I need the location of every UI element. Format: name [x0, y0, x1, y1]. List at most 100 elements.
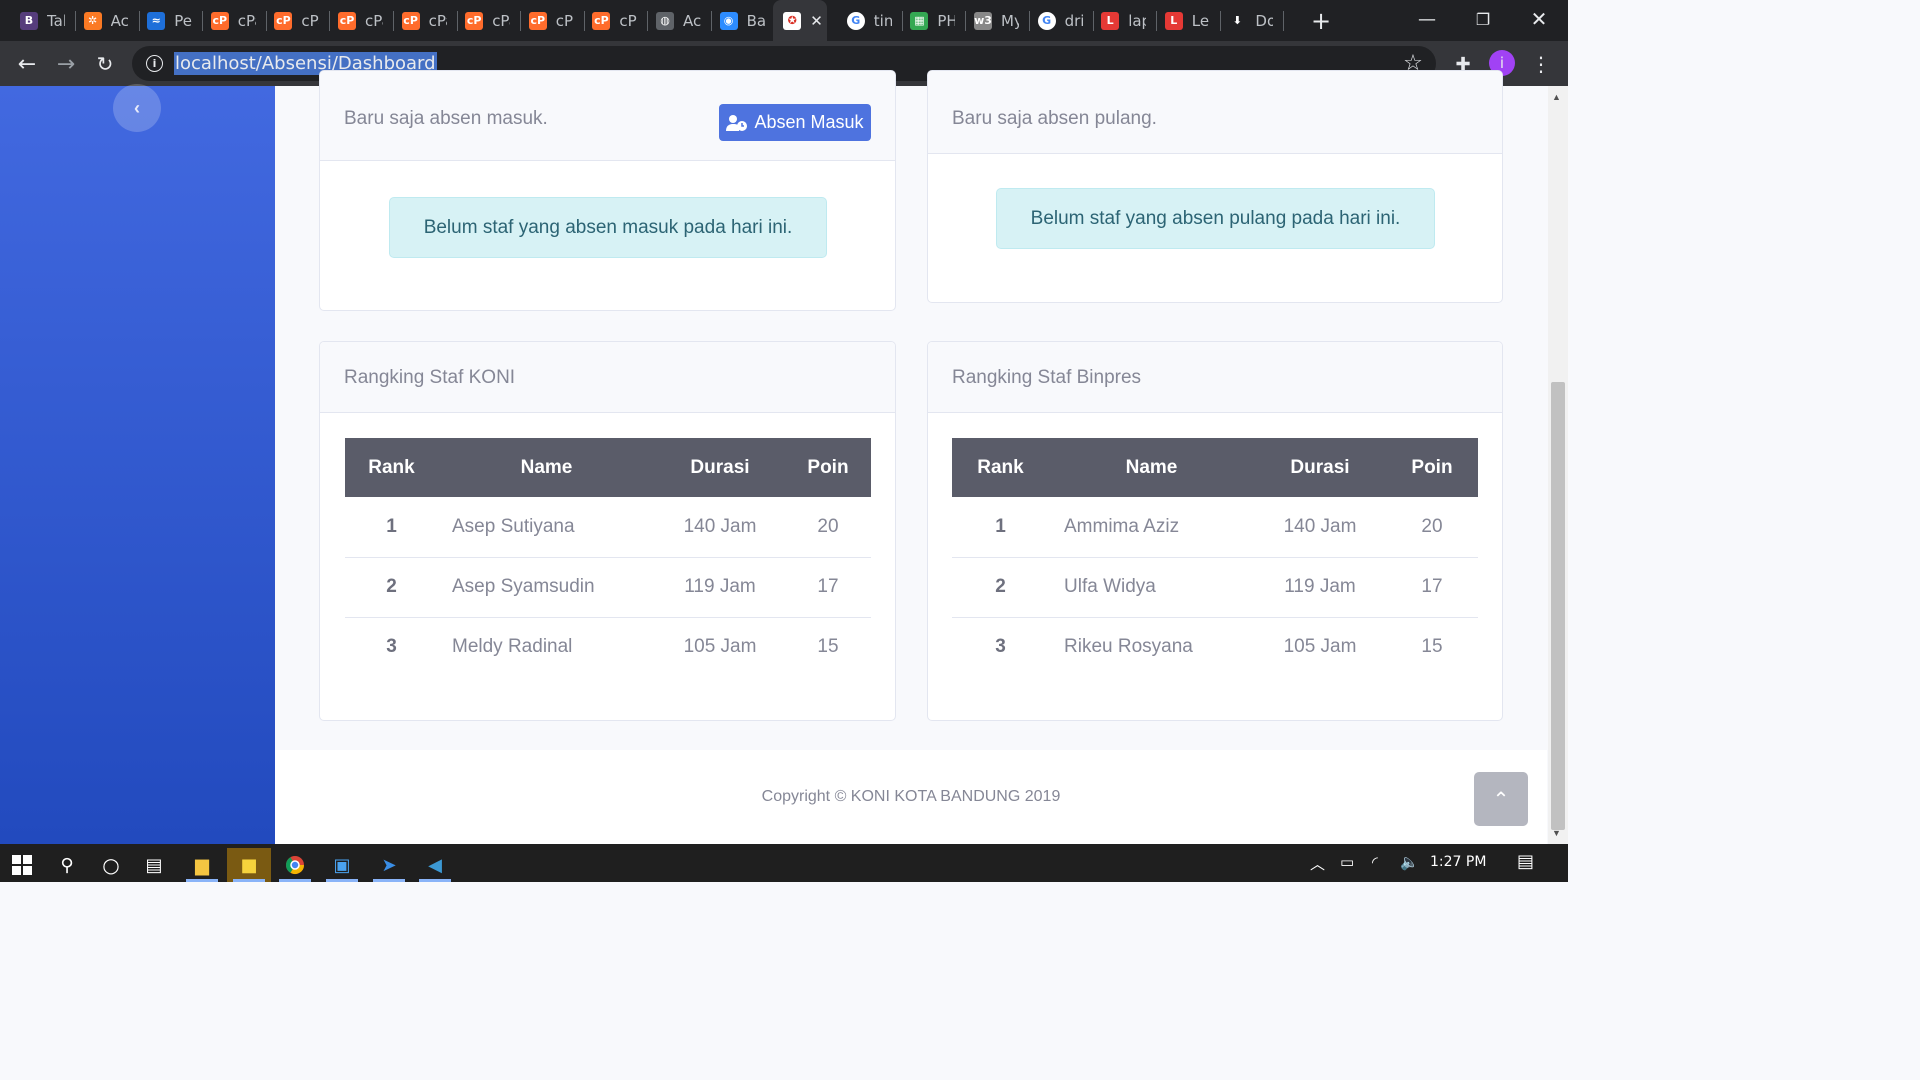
footer: Copyright © KONI KOTA BANDUNG 2019 [275, 750, 1547, 844]
durasi-cell: 119 Jam [655, 557, 785, 618]
browser-tab[interactable]: cP cPa [210, 4, 256, 37]
letter-l-icon: L [1101, 11, 1120, 30]
browser-tab[interactable]: L Le [1164, 4, 1210, 37]
tab-label: dri [1064, 11, 1083, 30]
browser-tab[interactable]: ⬇ Do [1228, 4, 1273, 37]
site-icon: ≈ [147, 11, 166, 30]
scroll-down-arrow-icon[interactable]: ▼ [1552, 828, 1561, 838]
durasi-cell: 140 Jam [1254, 497, 1386, 558]
browser-tab[interactable]: cP cPa [465, 4, 510, 37]
durasi-cell: 140 Jam [655, 497, 785, 558]
chrome-icon[interactable] [273, 848, 317, 882]
browser-tab[interactable]: cP cP [592, 4, 637, 37]
browser-tab[interactable]: ≈ Pe [147, 4, 192, 37]
browser-tab[interactable]: w3 My [974, 4, 1019, 37]
sticky-notes-icon[interactable]: ■ [227, 848, 271, 882]
menu-icon[interactable]: ⋮ [1528, 51, 1554, 77]
browser-tab[interactable]: cP cP [528, 4, 574, 37]
browser-tab[interactable]: Gdri [1037, 4, 1083, 37]
browser-tab[interactable]: Gtin [846, 4, 892, 37]
cpanel-icon: cP [465, 11, 484, 30]
info-alert: Belum staf yang absen masuk pada hari in… [389, 197, 827, 258]
w3-icon: w3 [974, 11, 992, 30]
cortana-icon[interactable]: ○ [89, 848, 133, 882]
page-scrollbar[interactable]: ▲ ▼ [1548, 86, 1568, 844]
windows-taskbar: ⚲ ○ ▤ ▆ ■ ▣ ➤ ◀ ︿ ▭ ◜ 🔈 1:27 PM ▤ [0, 844, 1568, 882]
rank-koni-card: Rangking Staf KONI Rank Name Durasi Poin… [319, 341, 896, 721]
cpanel-icon: cP [210, 11, 229, 30]
site-info-icon[interactable]: i [146, 55, 163, 72]
tab-label: Tal [47, 11, 65, 30]
card-header: Rangking Staf Binpres [928, 342, 1502, 413]
volume-muted-icon[interactable]: 🔈 [1400, 853, 1419, 871]
browser-tab[interactable]: ◍ Ac [656, 4, 701, 37]
browser-tab[interactable]: B Tal [20, 4, 65, 37]
wifi-icon[interactable]: ◜ [1372, 853, 1378, 871]
browser-tab[interactable]: cP cPa [401, 4, 447, 37]
scrollbar-thumb[interactable] [1551, 382, 1565, 830]
tab-label: cPa [428, 11, 447, 30]
table-row: 3 Meldy Radinal 105 Jam 15 [345, 617, 871, 677]
windows-start-icon[interactable] [0, 848, 44, 882]
tab-label: PH [937, 11, 956, 30]
tab-label: cPa [237, 11, 256, 30]
minimize-icon[interactable]: — [1400, 0, 1454, 38]
card-title: Baru saja absen pulang. [952, 108, 1157, 129]
browser-tab[interactable]: ✲ Ac [83, 4, 129, 37]
search-icon[interactable]: ⚲ [45, 848, 89, 882]
column-header: Durasi [1254, 438, 1386, 497]
name-cell: Asep Syamsudin [438, 557, 655, 618]
browser-tab[interactable]: ▦ PH [910, 4, 955, 37]
reload-icon[interactable]: ↻ [92, 51, 118, 77]
browser-tab[interactable]: ◉ Ba [719, 4, 765, 37]
user-clock-icon [726, 114, 748, 131]
rank-cell: 2 [345, 557, 438, 618]
browser-tab[interactable]: ✪ ✕ [773, 0, 828, 41]
sidebar: ‹ [0, 84, 275, 844]
app-icon[interactable]: ➤ [367, 848, 411, 882]
back-icon[interactable]: ← [14, 51, 40, 77]
xampp-icon: ✲ [83, 11, 102, 30]
browser-tab[interactable]: cP cPa [338, 4, 383, 37]
tab-label: cPa [365, 11, 383, 30]
task-view-icon[interactable]: ▤ [132, 848, 176, 882]
scroll-to-top-button[interactable]: ⌃ [1474, 772, 1528, 826]
photos-icon[interactable]: ▣ [320, 848, 364, 882]
close-window-icon[interactable]: ✕ [1512, 0, 1566, 38]
battery-icon[interactable]: ▭ [1340, 853, 1354, 871]
restore-icon[interactable]: ❐ [1456, 0, 1510, 38]
tab-separator [1029, 11, 1030, 31]
taskbar-clock[interactable]: 1:27 PM [1430, 854, 1486, 870]
checkout-card: Baru saja absen pulang. Belum staf yang … [927, 70, 1503, 303]
forward-icon[interactable]: → [53, 51, 79, 77]
rank-koni-table: Rank Name Durasi Poin 1 Asep Sutiyana 140 … [345, 438, 871, 677]
tab-label: My [1001, 11, 1019, 30]
rank-cell: 1 [345, 497, 438, 558]
table-header-row: Rank Name Durasi Poin [345, 438, 871, 497]
absen-masuk-button[interactable]: Absen Masuk [719, 104, 871, 141]
tab-label: Le [1191, 11, 1210, 30]
durasi-cell: 105 Jam [683, 636, 757, 658]
tab-separator [265, 11, 267, 31]
checkin-card: Baru saja absen masuk. Absen Masuk Belum… [319, 70, 896, 311]
new-tab-icon[interactable]: + [1311, 4, 1331, 37]
action-center-icon[interactable]: ▤ [1517, 851, 1534, 872]
browser-tab[interactable]: Llap [1101, 4, 1146, 37]
browser-tab[interactable]: cP cPa [274, 4, 319, 37]
vscode-icon[interactable]: ◀ [413, 848, 457, 882]
rank-cell: 1 [952, 497, 1049, 558]
card-title: Rangking Staf Binpres [952, 367, 1142, 388]
name-cell: Ammima Aziz [1049, 497, 1254, 558]
scroll-up-arrow-icon[interactable]: ▲ [1552, 92, 1561, 102]
poin-cell: 15 [1421, 636, 1443, 658]
poin-cell: 20 [785, 497, 871, 558]
sidebar-toggle-button[interactable]: ‹ [113, 84, 161, 132]
copyright-text: Copyright © KONI KOTA BANDUNG 2019 [761, 788, 1061, 805]
close-tab-icon[interactable]: ✕ [810, 12, 823, 30]
file-explorer-icon[interactable]: ▆ [180, 848, 224, 882]
card-header: Baru saja absen masuk. Absen Masuk [320, 71, 895, 161]
name-cell: Asep Sutiyana [438, 497, 655, 558]
column-header: Rank [345, 438, 438, 497]
tab-separator [202, 11, 204, 31]
tray-chevron-icon[interactable]: ︿ [1310, 853, 1325, 874]
